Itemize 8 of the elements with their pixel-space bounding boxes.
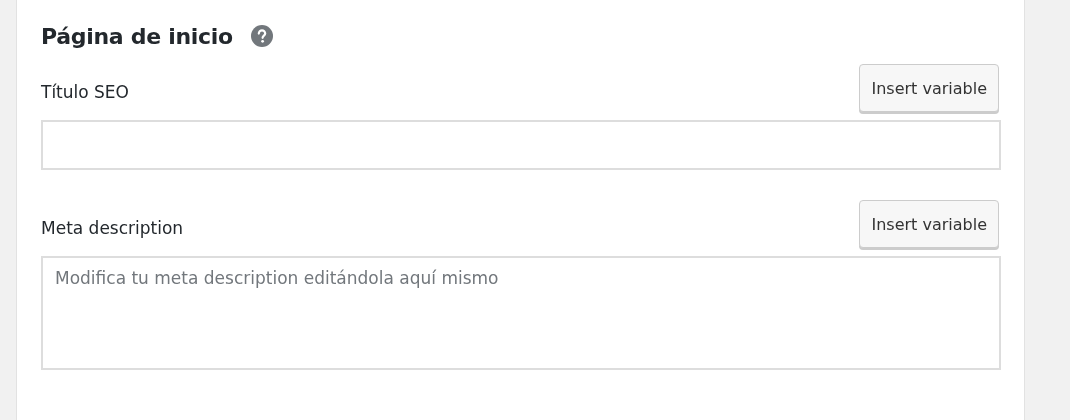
text-field[interactable] (41, 120, 1001, 170)
insert-variable-button[interactable]: Insert variable (859, 200, 999, 248)
section-title: Página de inicio (41, 23, 233, 49)
insert-variable-button[interactable]: Insert variable (859, 64, 999, 112)
field-label: Meta description (41, 218, 184, 240)
field-label: Título SEO (41, 82, 129, 104)
help-icon[interactable] (250, 25, 273, 47)
text-area[interactable]: Modifica tu meta description editándola aquí mismo (41, 256, 1001, 370)
